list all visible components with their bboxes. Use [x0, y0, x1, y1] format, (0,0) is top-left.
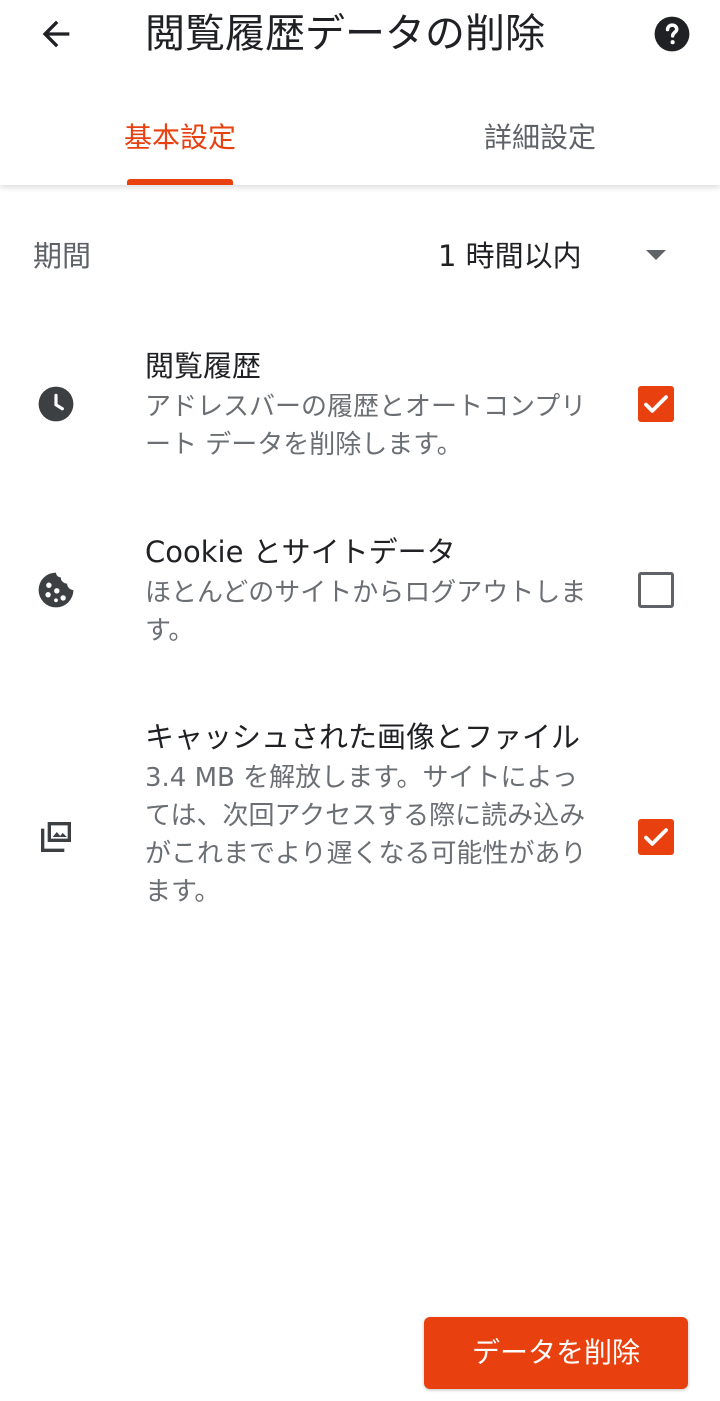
checkmark-icon	[644, 395, 668, 413]
tab-selected-indicator	[127, 179, 233, 185]
cookie-icon	[36, 570, 76, 610]
option-title: キャッシュされた画像とファイル	[145, 720, 581, 754]
help-button[interactable]	[648, 10, 696, 58]
tab-basic-settings[interactable]: 基本設定	[90, 108, 270, 168]
cookies-checkbox[interactable]	[638, 572, 674, 608]
dropdown-arrow-icon	[646, 250, 666, 260]
option-title: 閲覧履歴	[145, 349, 262, 383]
option-description: ほとんどのサイトからログアウトします。	[145, 578, 587, 646]
arrow-back-icon	[42, 20, 70, 48]
help-icon	[654, 16, 690, 52]
clock-icon	[36, 384, 76, 424]
checkmark-icon	[644, 828, 668, 846]
option-browsing-history[interactable]: 閲覧履歴 アドレスバーの履歴とオートコンプリート データを削除します。	[0, 346, 720, 476]
cache-checkbox[interactable]	[638, 819, 674, 855]
period-value: 1 時間以内	[438, 239, 582, 273]
option-description: 3.4 MB を解放します。サイトによっては、次回アクセスする際に読み込みがこれ…	[145, 763, 587, 907]
option-cookies[interactable]: Cookie とサイトデータ ほとんどのサイトからログアウトします。	[0, 532, 720, 662]
option-cached-images[interactable]: キャッシュされた画像とファイル 3.4 MB を解放します。サイトによっては、次…	[0, 717, 720, 967]
tab-advanced-settings[interactable]: 詳細設定	[450, 108, 630, 168]
delete-data-button[interactable]: データを削除	[424, 1317, 688, 1389]
images-icon	[36, 817, 76, 857]
period-label: 期間	[33, 239, 92, 273]
back-button[interactable]	[26, 8, 86, 60]
option-description: アドレスバーの履歴とオートコンプリート データを削除します。	[145, 392, 587, 460]
history-checkbox[interactable]	[638, 386, 674, 422]
page-title: 閲覧履歴データの削除	[145, 11, 545, 57]
app-bar: 閲覧履歴データの削除 基本設定 詳細設定	[0, 0, 720, 185]
option-title: Cookie とサイトデータ	[145, 535, 456, 569]
period-dropdown[interactable]: 1 時間以内	[420, 226, 690, 286]
